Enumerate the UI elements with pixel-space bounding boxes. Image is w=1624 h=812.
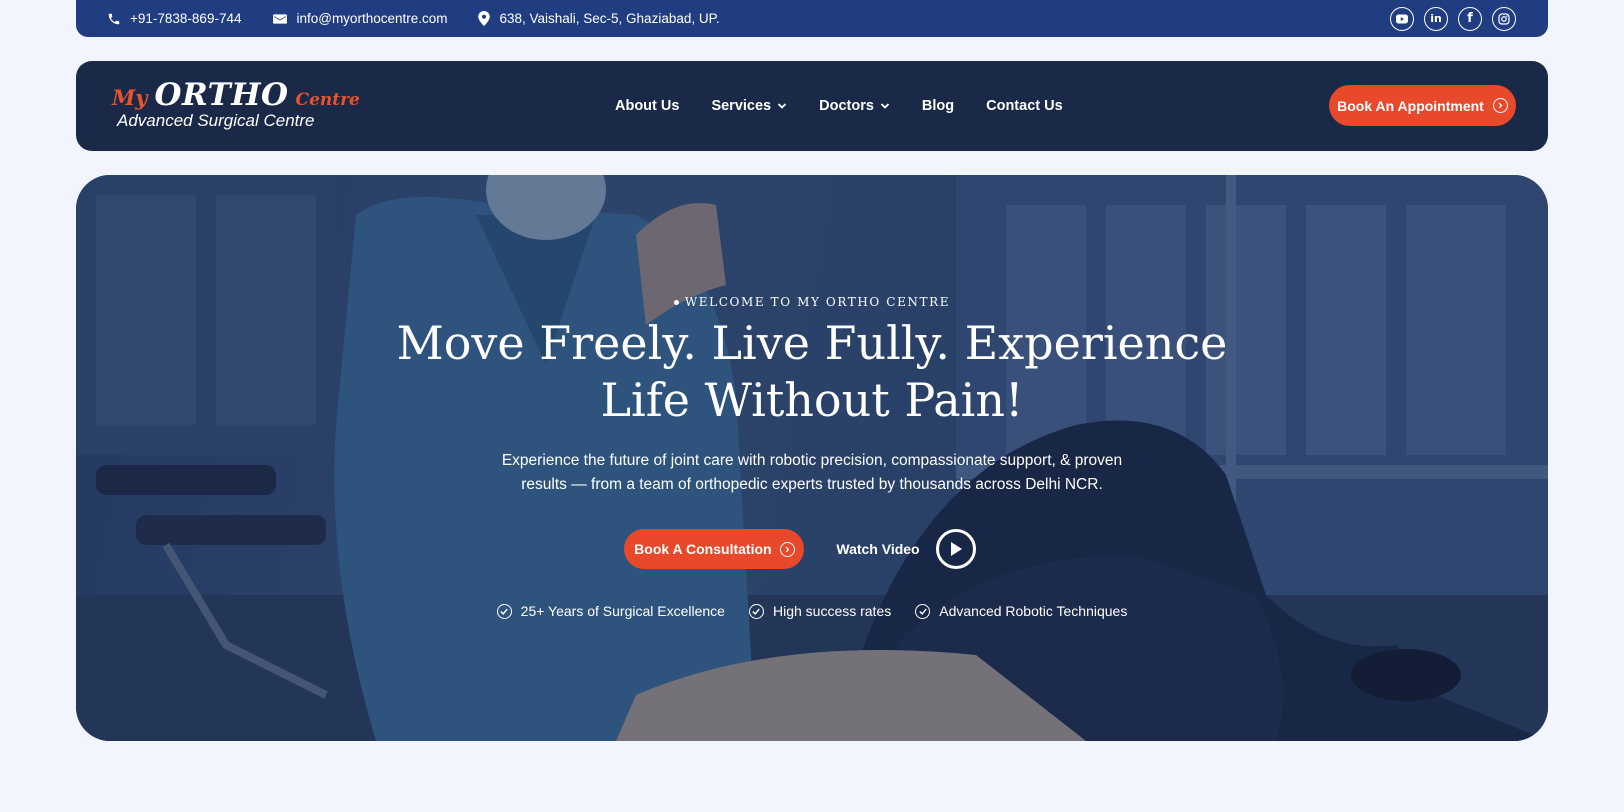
map-pin-icon — [478, 11, 491, 26]
social-links: in f — [1390, 6, 1516, 31]
chevron-right-icon — [1492, 98, 1508, 113]
check-circle-icon — [748, 603, 764, 619]
nav-item-label: Contact Us — [986, 98, 1063, 114]
envelope-icon — [273, 13, 288, 24]
contact-email[interactable]: info@myorthocentre.com — [273, 11, 447, 26]
feature-item: Advanced Robotic Techniques — [915, 603, 1127, 619]
contact-address[interactable]: 638, Vaishali, Sec-5, Ghaziabad, UP. — [478, 11, 720, 26]
book-appointment-button[interactable]: Book An Appointment — [1329, 85, 1516, 126]
bullet-icon — [673, 299, 679, 305]
chevron-down-icon — [880, 103, 890, 109]
hero-content: WELCOME TO MY ORTHO CENTRE Move Freely. … — [76, 175, 1548, 741]
linkedin-icon[interactable]: in — [1424, 6, 1448, 31]
hero-title-line2: Life Without Pain! — [600, 373, 1024, 427]
phone-icon — [108, 13, 120, 24]
book-consultation-label: Book A Consultation — [634, 541, 772, 557]
facebook-icon[interactable]: f — [1458, 6, 1482, 31]
logo-wordmark: My ORTHO Centre — [112, 77, 360, 113]
feature-item: 25+ Years of Surgical Excellence — [496, 603, 725, 619]
check-circle-icon — [496, 603, 512, 619]
hero-desc-line2: results — from a team of orthopedic expe… — [521, 476, 1103, 493]
nav-item-label: Blog — [921, 98, 955, 114]
site-header: My ORTHO Centre Advanced Surgical Centre… — [76, 61, 1548, 151]
address-text: 638, Vaishali, Sec-5, Ghaziabad, UP. — [499, 11, 720, 26]
hero-title-line1: Move Freely. Live Fully. Experience — [396, 316, 1228, 370]
feature-label: 25+ Years of Surgical Excellence — [520, 603, 725, 619]
hero-desc-line1: Experience the future of joint care with… — [501, 452, 1123, 469]
feature-label: Advanced Robotic Techniques — [939, 603, 1128, 619]
nav-item-doctors[interactable]: Doctors — [819, 98, 890, 114]
instagram-icon[interactable] — [1492, 6, 1516, 31]
watch-video-button[interactable]: Watch Video — [836, 529, 976, 569]
play-icon[interactable] — [935, 529, 976, 569]
book-consultation-button[interactable]: Book A Consultation — [624, 529, 805, 569]
logo-centre: Centre — [295, 90, 360, 110]
hero-actions: Book A Consultation Watch Video — [76, 529, 1548, 569]
nav-item-blog[interactable]: Blog — [922, 98, 954, 114]
main-nav: About Us Services Doctors Blog Contact U… — [615, 61, 1063, 151]
nav-item-label: About Us — [615, 98, 680, 114]
chevron-right-icon — [779, 541, 795, 557]
email-address: info@myorthocentre.com — [296, 11, 448, 26]
hero-eyebrow: WELCOME TO MY ORTHO CENTRE — [76, 295, 1548, 309]
hero-title: Move Freely. Live Fully. Experience Life… — [76, 315, 1548, 429]
site-logo[interactable]: My ORTHO Centre Advanced Surgical Centre — [112, 77, 360, 137]
hero-description: Experience the future of joint care with… — [76, 449, 1548, 497]
book-appointment-label: Book An Appointment — [1337, 97, 1484, 114]
logo-tagline: Advanced Surgical Centre — [117, 111, 315, 130]
phone-number: +91-7838-869-744 — [130, 11, 242, 26]
nav-item-label: Doctors — [819, 98, 874, 114]
eyebrow-text: WELCOME TO MY ORTHO CENTRE — [684, 295, 951, 309]
contact-phone[interactable]: +91-7838-869-744 — [107, 11, 241, 26]
top-info-bar: +91-7838-869-744 info@myorthocentre.com … — [76, 0, 1548, 37]
nav-item-label: Services — [711, 98, 772, 114]
nav-item-about-us[interactable]: About Us — [615, 98, 679, 114]
feature-item: High success rates — [748, 603, 892, 619]
hero-section: WELCOME TO MY ORTHO CENTRE Move Freely. … — [76, 175, 1548, 741]
logo-ortho: ORTHO — [154, 77, 289, 113]
youtube-icon[interactable] — [1390, 6, 1414, 31]
logo-my: My — [112, 85, 148, 110]
nav-item-contact-us[interactable]: Contact Us — [986, 98, 1063, 114]
chevron-down-icon — [777, 103, 787, 109]
feature-label: High success rates — [772, 603, 892, 619]
watch-video-label: Watch Video — [836, 541, 920, 557]
check-circle-icon — [915, 603, 931, 619]
nav-item-services[interactable]: Services — [711, 98, 787, 114]
hero-features: 25+ Years of Surgical Excellence High su… — [76, 603, 1548, 619]
